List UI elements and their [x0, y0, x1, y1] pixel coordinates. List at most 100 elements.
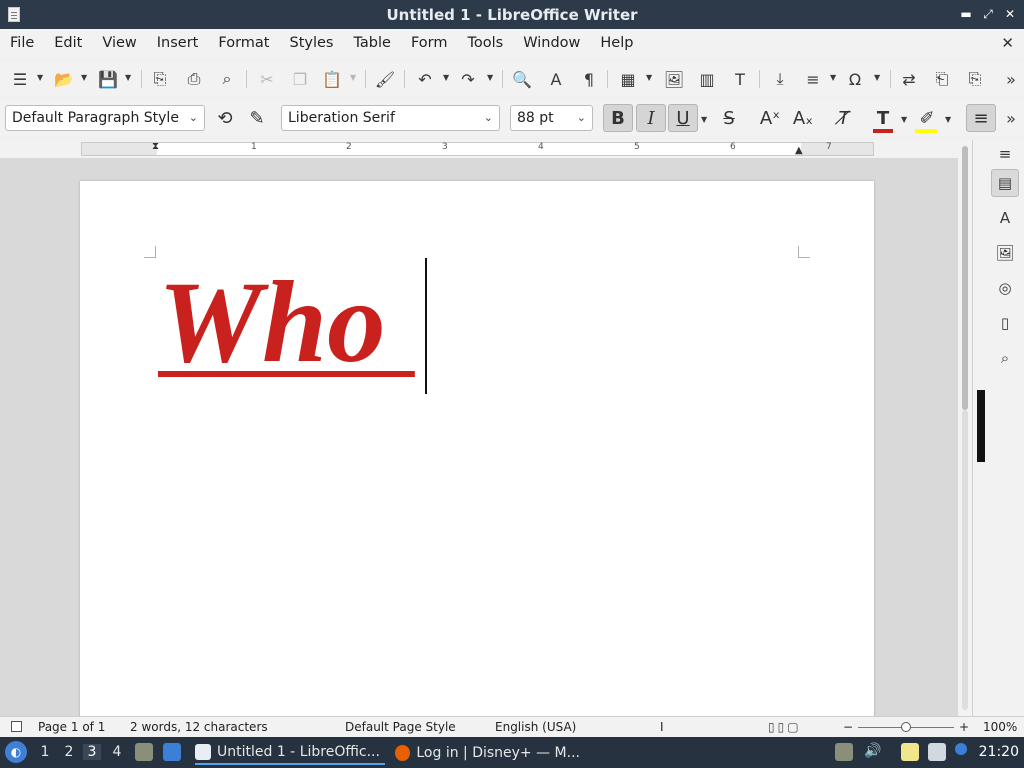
language-status[interactable]: English (USA) [495, 720, 576, 734]
page[interactable]: Who [80, 181, 874, 716]
font-size-combo[interactable]: 88 pt ⌄ [510, 105, 593, 131]
font-color-button[interactable]: T [868, 104, 898, 133]
underline-dropdown-icon[interactable]: ▼ [701, 115, 709, 124]
paste-icon[interactable]: 📋 [322, 69, 342, 89]
subscript-button[interactable]: Aₓ [788, 104, 818, 132]
menu-help[interactable]: Help [590, 29, 643, 57]
chevron-down-icon[interactable]: ⌄ [577, 106, 586, 130]
styles-icon[interactable]: A [991, 204, 1019, 232]
save-icon[interactable]: 💾 [98, 69, 118, 89]
notification-icon[interactable] [835, 743, 853, 761]
left-indent-marker[interactable]: ⧗ [152, 141, 159, 152]
insert-textbox-icon[interactable]: T [730, 69, 750, 89]
zoom-percent[interactable]: 100% [983, 720, 1017, 734]
print-preview-icon[interactable]: ⌕ [217, 69, 237, 89]
insert-field-icon[interactable]: ≡ [803, 69, 823, 89]
clone-formatting-icon[interactable]: 🖌 [375, 69, 395, 89]
page-icon[interactable]: ▯ [991, 309, 1019, 337]
formatting-marks-icon[interactable]: ¶ [579, 69, 599, 89]
new-dropdown-icon[interactable]: ▼ [37, 73, 45, 82]
highlight-dropdown-icon[interactable]: ▼ [945, 115, 953, 124]
start-menu-icon[interactable]: ◐ [5, 741, 27, 763]
zoom-in-button[interactable]: + [959, 720, 969, 734]
copy-icon[interactable]: ❐ [290, 69, 310, 89]
menu-edit[interactable]: Edit [44, 29, 92, 57]
scrollbar-thumb[interactable] [962, 146, 968, 410]
cut-icon[interactable]: ✂ [257, 69, 277, 89]
paste-dropdown-icon[interactable]: ▼ [350, 73, 358, 82]
menu-insert[interactable]: Insert [147, 29, 209, 57]
insert-special-character-icon[interactable]: Ω [845, 69, 865, 89]
minimize-icon[interactable]: ▬ [958, 4, 974, 24]
taskbar-app-writer[interactable]: Untitled 1 - LibreOffic... [195, 741, 385, 765]
workspace-2[interactable]: 2 [60, 744, 78, 760]
close-document-icon[interactable]: ✕ [1001, 34, 1014, 52]
toolbar-overflow-icon[interactable]: » [1002, 108, 1020, 128]
undo-dropdown-icon[interactable]: ▼ [443, 73, 451, 82]
save-dropdown-icon[interactable]: ▼ [125, 73, 133, 82]
menu-form[interactable]: Form [401, 29, 458, 57]
bold-button[interactable]: B [603, 104, 633, 132]
workspace-3[interactable]: 3 [83, 744, 101, 760]
menu-view[interactable]: View [92, 29, 146, 57]
spelling-icon[interactable]: A [546, 69, 566, 89]
insert-endnote-icon[interactable]: ⎘ [965, 69, 985, 89]
new-style-icon[interactable]: ✎ [242, 104, 272, 132]
clipboard-icon[interactable] [901, 743, 919, 761]
open-dropdown-icon[interactable]: ▼ [81, 73, 89, 82]
table-dropdown-icon[interactable]: ▼ [646, 73, 654, 82]
menu-table[interactable]: Table [343, 29, 401, 57]
strikethrough-button[interactable]: S [714, 104, 744, 132]
view-layout-icons[interactable]: ▯▯▢ [768, 720, 802, 734]
menu-tools[interactable]: Tools [458, 29, 514, 57]
horizontal-ruler[interactable]: 1 2 3 4 5 6 7 ⧗ ▲ [81, 141, 874, 156]
word-count[interactable]: 2 words, 12 characters [130, 720, 268, 734]
document-text[interactable]: Who [158, 263, 415, 383]
workspace-4[interactable]: 4 [108, 744, 126, 760]
toolbar-overflow-icon[interactable]: » [1002, 69, 1020, 89]
manage-changes-icon[interactable]: ⌕ [991, 344, 1019, 372]
chevron-down-icon[interactable]: ⌄ [484, 106, 493, 130]
new-document-icon[interactable]: ☰ [10, 69, 30, 89]
align-left-button[interactable]: ≡ [966, 104, 996, 132]
superscript-button[interactable]: Aˣ [755, 104, 785, 132]
insert-footnote-icon[interactable]: ⎗ [932, 69, 952, 89]
menu-file[interactable]: File [0, 29, 44, 57]
taskbar-app-firefox[interactable]: Log in | Disney+ — M... [395, 741, 580, 765]
page-count[interactable]: Page 1 of 1 [38, 720, 105, 734]
export-pdf-icon[interactable]: ⎘ [150, 69, 170, 89]
right-indent-marker[interactable]: ▲ [795, 145, 803, 156]
zoom-out-button[interactable]: − [843, 720, 853, 734]
update-style-icon[interactable]: ⟲ [210, 104, 240, 132]
redo-dropdown-icon[interactable]: ▼ [487, 73, 495, 82]
page-style-status[interactable]: Default Page Style [345, 720, 456, 734]
menu-styles[interactable]: Styles [279, 29, 343, 57]
network-icon[interactable] [928, 743, 946, 761]
insert-hyperlink-icon[interactable]: ⇄ [899, 69, 919, 89]
zoom-slider-knob[interactable] [901, 722, 911, 732]
close-icon[interactable]: ✕ [1002, 4, 1018, 24]
font-color-dropdown-icon[interactable]: ▼ [901, 115, 909, 124]
special-character-dropdown-icon[interactable]: ▼ [874, 73, 882, 82]
restore-icon[interactable]: ⤢ [980, 4, 996, 24]
italic-button[interactable]: I [636, 104, 666, 132]
properties-icon[interactable]: ▤ [991, 169, 1019, 197]
open-folder-icon[interactable]: 📂 [54, 69, 74, 89]
desktop-icon[interactable] [163, 743, 181, 761]
gallery-icon[interactable]: 🖼 [991, 239, 1019, 267]
highlight-color-button[interactable]: ✐ [912, 104, 942, 133]
find-replace-icon[interactable]: 🔍 [512, 69, 532, 89]
clear-formatting-button[interactable]: T̸ [829, 104, 859, 132]
insert-image-icon[interactable]: 🖼 [664, 69, 684, 89]
chevron-down-icon[interactable]: ⌄ [189, 106, 198, 130]
file-manager-icon[interactable] [135, 743, 153, 761]
updates-icon[interactable] [955, 743, 967, 755]
sidebar-menu-icon[interactable]: ≡ [991, 140, 1019, 168]
menu-window[interactable]: Window [513, 29, 590, 57]
font-name-combo[interactable]: Liberation Serif ⌄ [281, 105, 500, 131]
navigator-icon[interactable]: ◎ [991, 274, 1019, 302]
menu-format[interactable]: Format [208, 29, 279, 57]
print-icon[interactable]: ⎙ [184, 69, 204, 89]
selection-mode-icon[interactable]: I [660, 720, 664, 734]
paragraph-style-combo[interactable]: Default Paragraph Style ⌄ [5, 105, 205, 131]
